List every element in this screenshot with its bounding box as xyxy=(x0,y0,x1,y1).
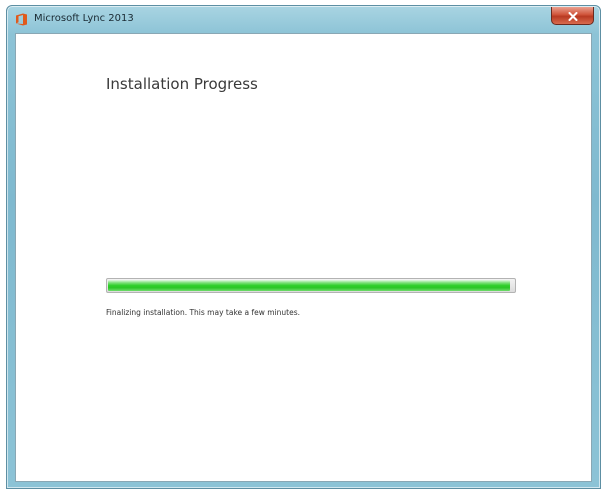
installer-window: Microsoft Lync 2013 Installation Progres… xyxy=(6,5,601,489)
close-button[interactable] xyxy=(551,7,594,25)
window-title: Microsoft Lync 2013 xyxy=(34,13,134,24)
office-icon xyxy=(14,12,28,26)
installation-progress-bar xyxy=(106,278,516,293)
installer-content: Installation Progress Finalizing install… xyxy=(15,33,592,482)
title-bar[interactable]: Microsoft Lync 2013 xyxy=(7,6,600,32)
close-icon xyxy=(568,6,578,25)
page-title: Installation Progress xyxy=(106,75,258,93)
status-message: Finalizing installation. This may take a… xyxy=(106,308,301,317)
progress-bar-fill xyxy=(108,280,510,291)
